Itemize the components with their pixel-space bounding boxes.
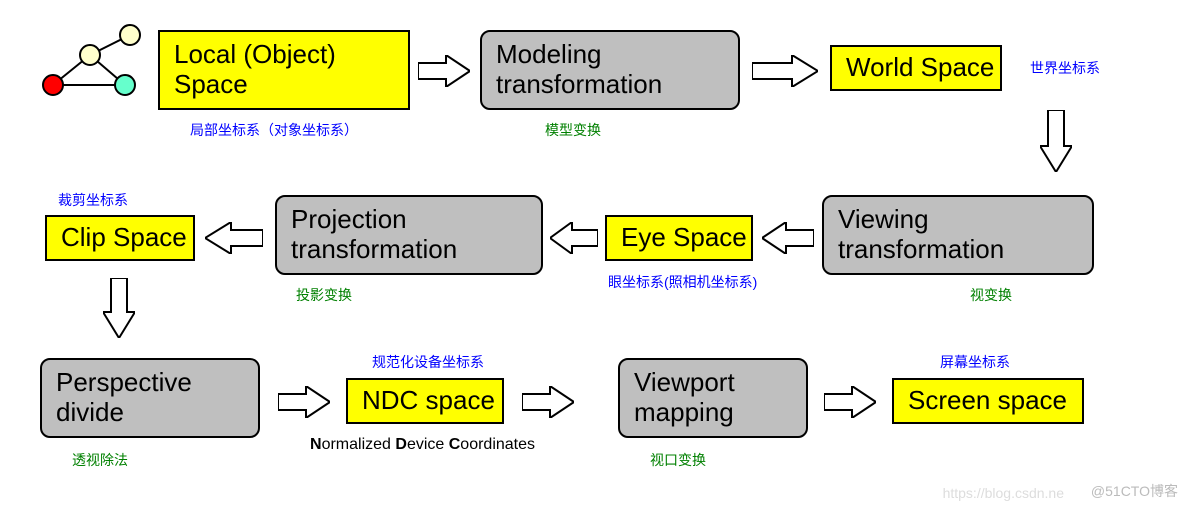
arrow-right-icon [824, 386, 876, 418]
node-ndc-space: NDC space [346, 378, 504, 424]
node-perspective-divide: Perspective divide [40, 358, 260, 438]
node-label: Perspective divide [56, 368, 192, 428]
caption-perspective: 透视除法 [72, 450, 128, 470]
caption-local: 局部坐标系（对象坐标系） [190, 120, 358, 140]
node-screen-space: Screen space [892, 378, 1084, 424]
node-label: Viewing transformation [838, 205, 1004, 265]
node-label: NDC space [362, 386, 495, 416]
node-label: Eye Space [621, 223, 747, 253]
node-label: Projection transformation [291, 205, 457, 265]
arrow-right-icon [522, 386, 574, 418]
caption-viewing: 视变换 [970, 285, 1012, 305]
arrow-right-icon [752, 55, 818, 87]
node-label: Viewport mapping [634, 368, 735, 428]
arrow-down-icon [103, 278, 135, 338]
object-graph-icon [35, 20, 145, 110]
node-world-space: World Space [830, 45, 1002, 91]
node-clip-space: Clip Space [45, 215, 195, 261]
caption-ndc: 规范化设备坐标系 [372, 352, 484, 372]
node-projection-transform: Projection transformation [275, 195, 543, 275]
arrow-right-icon [418, 55, 470, 87]
watermark-csdn: https://blog.csdn.ne [943, 485, 1064, 501]
node-viewing-transform: Viewing transformation [822, 195, 1094, 275]
arrow-left-icon [550, 222, 598, 254]
caption-viewport: 视口变换 [650, 450, 706, 470]
node-label: Screen space [908, 386, 1067, 416]
arrow-right-icon [278, 386, 330, 418]
caption-clip: 裁剪坐标系 [58, 190, 128, 210]
node-label: World Space [846, 53, 994, 83]
caption-modeling: 模型变换 [545, 120, 601, 140]
node-label: Clip Space [61, 223, 187, 253]
caption-eye: 眼坐标系(照相机坐标系) [608, 272, 757, 292]
arrow-left-icon [762, 222, 814, 254]
node-label: Local (Object) Space [174, 40, 336, 100]
watermark-cto: @51CTO博客 [1091, 481, 1178, 501]
caption-screen: 屏幕坐标系 [940, 352, 1010, 372]
node-eye-space: Eye Space [605, 215, 753, 261]
arrow-left-icon [205, 222, 263, 254]
arrow-down-icon [1040, 110, 1072, 172]
node-viewport-mapping: Viewport mapping [618, 358, 808, 438]
node-local-space: Local (Object) Space [158, 30, 410, 110]
caption-projection: 投影变换 [296, 285, 352, 305]
ndc-expansion: Normalized Device Coordinates [310, 436, 535, 454]
caption-world: 世界坐标系 [1030, 58, 1100, 78]
node-modeling-transform: Modeling transformation [480, 30, 740, 110]
node-label: Modeling transformation [496, 40, 662, 100]
